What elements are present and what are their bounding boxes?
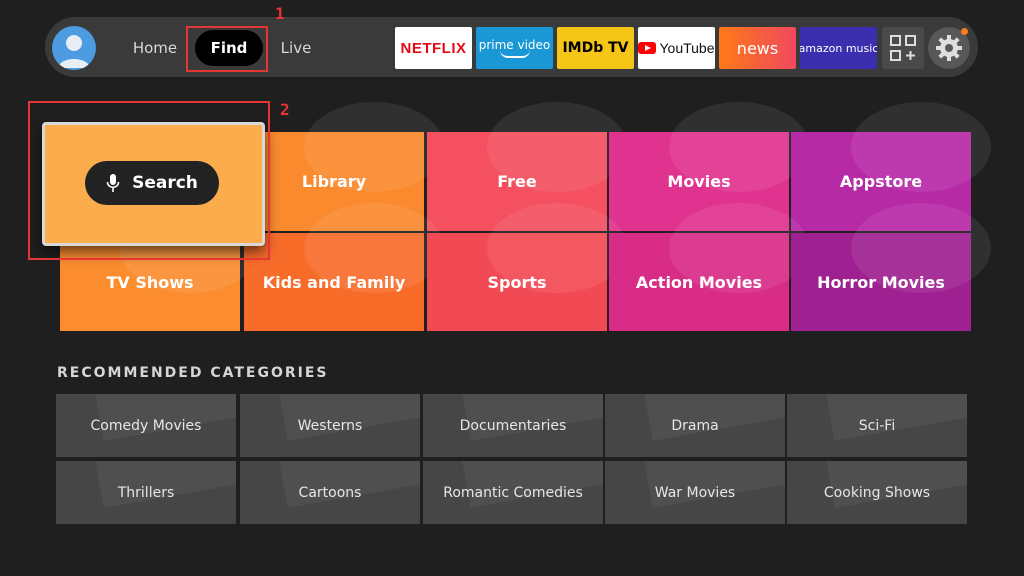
category-westerns[interactable]: Westerns [240,394,420,457]
user-avatar-icon [58,35,90,68]
annotation-number-2: 2 [280,100,290,119]
category-comedy-movies[interactable]: Comedy Movies [56,394,236,457]
prime-smile-icon [499,50,530,58]
category-sci-fi[interactable]: Sci-Fi [787,394,967,457]
nav-home[interactable]: Home [124,30,186,66]
youtube-play-icon [638,42,657,54]
tile-horror-movies[interactable]: Horror Movies [791,203,991,331]
app-grid-icon [890,35,916,61]
section-title-recommended: RECOMMENDED CATEGORIES [57,365,329,381]
app-youtube[interactable]: YouTube [638,27,715,69]
app-imdb-tv[interactable]: IMDb TV [557,27,634,69]
all-apps-button[interactable] [882,27,924,69]
tile-action-movies[interactable]: Action Movies [609,203,809,331]
tile-kids-and-family[interactable]: Kids and Family [244,203,444,331]
tile-sports[interactable]: Sports [427,203,627,331]
notification-dot [961,28,968,35]
app-netflix[interactable]: NETFLIX [395,27,472,69]
category-romantic-comedies[interactable]: Romantic Comedies [423,461,603,524]
annotation-box-1 [186,26,268,72]
category-documentaries[interactable]: Documentaries [423,394,603,457]
annotation-number-1: 1 [275,4,285,23]
nav-live[interactable]: Live [272,30,320,66]
app-news[interactable]: news [719,27,796,69]
category-cartoons[interactable]: Cartoons [240,461,420,524]
annotation-box-2 [28,101,270,260]
app-prime-video[interactable]: prime video [476,27,553,69]
category-war-movies[interactable]: War Movies [605,461,785,524]
category-thrillers[interactable]: Thrillers [56,461,236,524]
category-drama[interactable]: Drama [605,394,785,457]
category-cooking-shows[interactable]: Cooking Shows [787,461,967,524]
profile-avatar[interactable] [52,26,96,70]
app-amazon-music[interactable]: amazon music [800,27,877,69]
